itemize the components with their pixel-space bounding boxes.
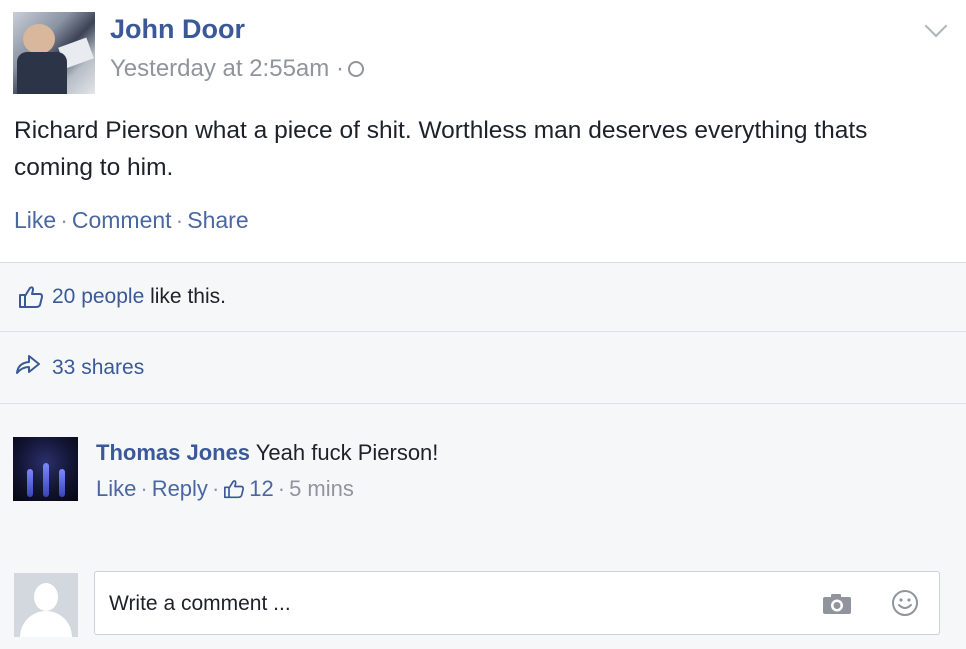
shares-row: 33 shares: [0, 332, 966, 404]
post-actions: Like · Comment · Share: [14, 207, 249, 234]
separator: ·: [60, 207, 68, 233]
separator: ·: [211, 476, 220, 501]
comment-composer: [0, 571, 966, 649]
author-avatar[interactable]: [13, 12, 95, 94]
comment-input[interactable]: [107, 586, 811, 622]
likes-suffix: like this.: [144, 285, 226, 308]
post-timestamp[interactable]: Yesterday at 2:55am ·: [110, 55, 364, 83]
commenter-name[interactable]: Thomas Jones: [96, 440, 250, 465]
thumbs-up-icon: [19, 286, 43, 308]
comment-like-link[interactable]: Like: [96, 476, 136, 501]
comment-reply-link[interactable]: Reply: [152, 476, 208, 501]
globe-icon[interactable]: [347, 61, 364, 77]
comment-text: Yeah fuck Pierson!: [255, 440, 439, 465]
timestamp-separator: ·: [335, 55, 344, 82]
separator: ·: [140, 476, 148, 501]
comment-like-count[interactable]: 12: [249, 476, 273, 501]
chevron-down-icon[interactable]: [924, 14, 948, 38]
likes-summary: 20 people like this.: [52, 285, 226, 309]
post-header: John Door Yesterday at 2:55am · Richard …: [0, 0, 966, 262]
feedback-section: 20 people like this. 33 shares Thomas Jo…: [0, 262, 966, 649]
likes-count-link[interactable]: 20 people: [52, 285, 144, 308]
comment-actions: Like · Reply · 12 · 5 mins: [96, 476, 354, 502]
smiley-icon[interactable]: [891, 589, 919, 617]
share-arrow-icon: [16, 355, 40, 374]
comment-input-box[interactable]: [94, 571, 940, 635]
separator: ·: [175, 207, 184, 233]
like-link[interactable]: Like: [14, 207, 56, 233]
thumbs-up-icon: [224, 480, 245, 499]
commenter-avatar[interactable]: [13, 437, 78, 501]
facebook-post: John Door Yesterday at 2:55am · Richard …: [0, 0, 966, 649]
shares-link[interactable]: 33 shares: [52, 356, 144, 380]
likes-row: 20 people like this.: [0, 263, 966, 332]
viewer-avatar: [14, 573, 78, 637]
comment-time[interactable]: 5 mins: [289, 476, 354, 501]
comment-body: Thomas Jones Yeah fuck Pierson!: [96, 440, 438, 466]
comment-item: Thomas Jones Yeah fuck Pierson! Like · Rep…: [0, 404, 966, 554]
camera-icon[interactable]: [821, 592, 853, 616]
comment-link[interactable]: Comment: [72, 207, 172, 233]
post-text: Richard Pierson what a piece of shit. Wo…: [14, 117, 868, 181]
share-link[interactable]: Share: [187, 207, 248, 233]
timestamp-text[interactable]: Yesterday at 2:55am: [110, 55, 329, 82]
author-name[interactable]: John Door: [110, 14, 245, 45]
separator: ·: [277, 476, 286, 501]
